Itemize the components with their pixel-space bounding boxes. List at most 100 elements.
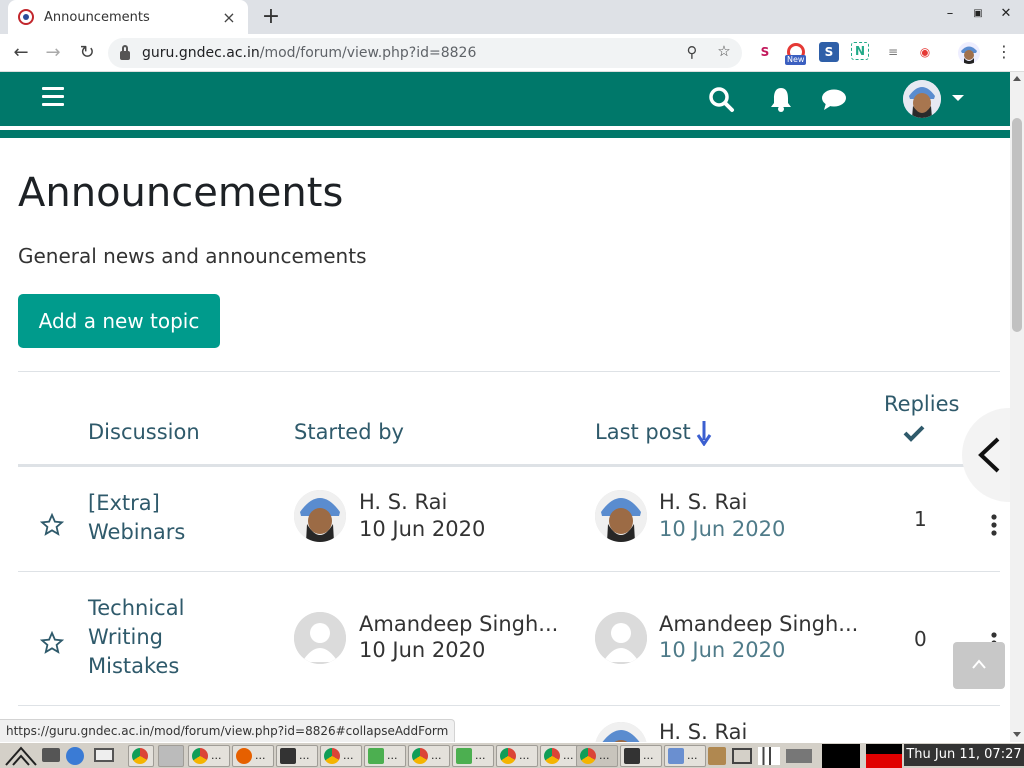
user-avatar[interactable] bbox=[903, 80, 941, 118]
discussion-title-line: Writing bbox=[88, 625, 163, 649]
chrome-icon bbox=[500, 748, 516, 764]
last-post-date-link[interactable]: 10 Jun 2020 bbox=[659, 517, 785, 541]
last-post-name[interactable]: H. S. Rai bbox=[659, 490, 747, 514]
scroll-up-arrow-icon[interactable] bbox=[1013, 76, 1021, 81]
scroll-down-arrow-icon[interactable] bbox=[1013, 732, 1021, 737]
taskbar-blank-item[interactable] bbox=[158, 745, 184, 767]
taskbar-item-label: ... bbox=[563, 749, 574, 762]
extension-new-badge: New bbox=[785, 55, 807, 65]
chrome-icon bbox=[192, 748, 208, 764]
extension-s-icon[interactable]: S bbox=[755, 42, 775, 62]
clock[interactable]: Thu Jun 11, 07:27 bbox=[904, 744, 1024, 766]
col-head-discussion[interactable]: Discussion bbox=[88, 420, 200, 444]
site-navbar bbox=[0, 72, 1010, 126]
zoom-icon[interactable]: ⚲ bbox=[682, 43, 702, 63]
sort-descending-arrow-icon[interactable] bbox=[696, 420, 712, 446]
extension-lines-icon[interactable]: ≡ bbox=[883, 42, 903, 62]
avatar[interactable] bbox=[595, 490, 647, 542]
chrome-icon bbox=[324, 748, 340, 764]
network-globe-icon[interactable] bbox=[66, 747, 84, 765]
window-switcher-icon[interactable] bbox=[94, 748, 114, 762]
window-icon bbox=[668, 748, 684, 764]
taskbar-item-label: ... bbox=[643, 749, 654, 762]
started-by-name[interactable]: Amandeep Singh... bbox=[359, 612, 558, 636]
spreadsheet-icon bbox=[368, 748, 384, 764]
tray-network-icon[interactable] bbox=[786, 749, 812, 763]
user-menu-caret-icon[interactable] bbox=[952, 95, 964, 101]
back-icon[interactable]: ← bbox=[8, 40, 34, 66]
star-favourite-icon[interactable] bbox=[40, 513, 64, 537]
taskbar-chrome-window[interactable]: ... bbox=[188, 745, 230, 767]
browser-profile-avatar[interactable] bbox=[958, 42, 980, 64]
taskbar-terminal-window[interactable]: ... bbox=[276, 745, 318, 767]
scroll-thumb[interactable] bbox=[1012, 118, 1022, 332]
last-post-date-link[interactable]: 10 Jun 2020 bbox=[659, 638, 785, 662]
page-scrollbar[interactable] bbox=[1010, 72, 1024, 744]
row-actions-menu-icon[interactable] bbox=[990, 514, 998, 536]
browser-tab-bar: Announcements × + – ▣ ✕ bbox=[0, 0, 1024, 34]
back-to-top-button[interactable] bbox=[953, 642, 1005, 689]
taskbar-firefox-window[interactable]: ... bbox=[232, 745, 274, 767]
close-tab-icon[interactable]: × bbox=[220, 8, 238, 27]
taskbar-spreadsheet-window[interactable]: ... bbox=[364, 745, 406, 767]
add-new-topic-button[interactable]: Add a new topic bbox=[18, 294, 220, 348]
discussion-title-line: Webinars bbox=[88, 520, 186, 544]
table-row: [Extra] Webinars H. S. Rai 10 Jun 2020 H… bbox=[18, 468, 1000, 572]
address-bar[interactable]: guru.gndec.ac.in/mod/forum/view.php?id=8… bbox=[108, 38, 742, 68]
reload-icon[interactable]: ↻ bbox=[74, 40, 100, 66]
avatar[interactable] bbox=[294, 490, 346, 542]
menu-hamburger-icon[interactable] bbox=[42, 87, 64, 109]
chrome-icon bbox=[132, 748, 148, 764]
close-window-icon[interactable]: ✕ bbox=[996, 6, 1016, 21]
taskbar-chrome-window[interactable]: ... bbox=[496, 745, 538, 767]
last-post-name[interactable]: H. S. Rai bbox=[659, 720, 747, 742]
bookmark-star-icon[interactable]: ☆ bbox=[714, 42, 734, 62]
taskbar-chrome-window[interactable]: ... bbox=[408, 745, 450, 767]
discussion-title-link[interactable]: Technical Writing Mistakes bbox=[88, 594, 184, 681]
col-head-started-by[interactable]: Started by bbox=[294, 420, 404, 444]
forward-icon[interactable]: → bbox=[40, 40, 66, 66]
cpu-monitor-graph bbox=[822, 744, 860, 768]
last-post-name[interactable]: Amandeep Singh... bbox=[659, 612, 858, 636]
messages-chat-icon[interactable] bbox=[820, 85, 848, 113]
taskbar-spreadsheet-window[interactable]: ... bbox=[452, 745, 494, 767]
taskbar-item-label: ... bbox=[475, 749, 486, 762]
extension-hex-icon[interactable]: ◉ bbox=[915, 42, 935, 62]
chrome-icon bbox=[580, 748, 596, 764]
discussion-title-link[interactable]: [Extra] Webinars bbox=[88, 489, 185, 547]
default-avatar[interactable] bbox=[595, 612, 647, 664]
browser-menu-icon[interactable]: ⋮ bbox=[996, 42, 1012, 62]
tray-archive-icon[interactable] bbox=[708, 747, 726, 765]
taskbar-item-label: ... bbox=[255, 749, 266, 762]
minimize-window-icon[interactable]: – bbox=[940, 6, 960, 21]
taskbar-item-label: ... bbox=[299, 749, 310, 762]
taskbar-window[interactable]: ... bbox=[664, 745, 706, 767]
extension-n-icon[interactable]: N bbox=[851, 42, 869, 60]
tray-signal-icon[interactable] bbox=[758, 747, 780, 765]
star-favourite-icon[interactable] bbox=[40, 631, 64, 655]
terminal-icon bbox=[280, 748, 296, 764]
site-favicon-icon bbox=[18, 9, 34, 25]
col-head-replies[interactable]: Replies bbox=[884, 392, 959, 416]
started-by-name[interactable]: H. S. Rai bbox=[359, 490, 447, 514]
col-head-last-post[interactable]: Last post bbox=[595, 420, 691, 444]
browser-tab[interactable]: Announcements × bbox=[8, 0, 248, 34]
notifications-bell-icon[interactable] bbox=[767, 85, 795, 113]
taskbar-terminal-window[interactable]: ... bbox=[620, 745, 662, 767]
browser-toolbar: ← → ↻ guru.gndec.ac.in/mod/forum/view.ph… bbox=[0, 34, 1024, 72]
new-tab-button[interactable]: + bbox=[258, 4, 284, 30]
extension-skype-icon[interactable]: S bbox=[819, 42, 839, 62]
start-menu-icon[interactable] bbox=[4, 745, 38, 767]
avatar[interactable] bbox=[595, 722, 647, 742]
search-icon[interactable] bbox=[707, 85, 735, 113]
tray-display-icon[interactable] bbox=[732, 748, 752, 764]
taskbar-chrome-window-active[interactable]: ... bbox=[576, 745, 618, 767]
navbar-accent-strip bbox=[0, 130, 1010, 138]
terminal-icon bbox=[624, 748, 640, 764]
taskbar-chrome-window[interactable]: ... bbox=[320, 745, 362, 767]
default-avatar[interactable] bbox=[294, 612, 346, 664]
show-desktop-icon[interactable] bbox=[42, 748, 60, 762]
taskbar-chrome-launcher[interactable] bbox=[128, 745, 154, 767]
table-row: Technical Writing Mistakes Amandeep Sing… bbox=[18, 572, 1000, 706]
maximize-window-icon[interactable]: ▣ bbox=[968, 8, 988, 19]
